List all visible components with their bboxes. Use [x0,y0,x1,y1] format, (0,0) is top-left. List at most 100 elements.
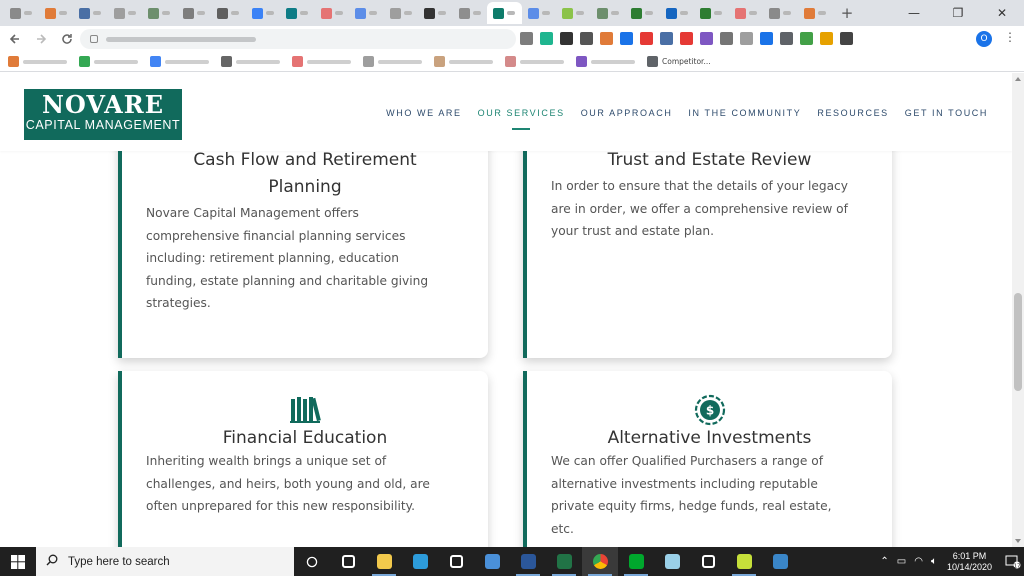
bookmark-item[interactable]: Competitor... [647,56,711,67]
extension-icon[interactable] [640,32,653,45]
task-view-icon[interactable] [330,547,366,576]
bookmark-favicon-icon [576,56,587,67]
extension-icon[interactable] [800,32,813,45]
browser-tab[interactable] [349,2,384,24]
extension-icon[interactable] [720,32,733,45]
chevron-up-icon[interactable]: ⌃ [880,556,888,567]
extension-icon[interactable] [600,32,613,45]
browser-tab[interactable] [418,2,453,24]
settings-icon[interactable] [690,547,726,576]
extension-icon[interactable] [780,32,793,45]
clock[interactable]: 6:01 PM 10/14/2020 [947,551,992,573]
back-icon[interactable] [4,28,26,50]
bookmark-item[interactable] [221,56,280,67]
wifi-icon[interactable]: ◠ [914,556,923,567]
browser-tab[interactable] [246,2,281,24]
browser-tab[interactable] [384,2,419,24]
browser-tab[interactable] [625,2,660,24]
nav-who-we-are[interactable]: WHO WE ARE [386,108,462,118]
minimize-button[interactable]: — [892,0,936,26]
extension-icon[interactable] [560,32,573,45]
service-card-alternative-investments: $ Alternative Investments We can offer Q… [523,371,892,547]
nav-our-approach[interactable]: OUR APPROACH [581,108,673,118]
browser-tab[interactable] [487,2,522,24]
store-icon[interactable] [438,547,474,576]
file-explorer-icon[interactable] [366,547,402,576]
forward-icon[interactable] [30,28,52,50]
maximize-button[interactable]: ❐ [936,0,980,26]
excel-icon[interactable] [546,547,582,576]
edge-icon[interactable] [402,547,438,576]
word-icon[interactable] [510,547,546,576]
novare-logo[interactable]: NOVARE CAPITAL MANAGEMENT [24,89,182,140]
scrollbar-thumb[interactable] [1014,293,1022,391]
browser-tab[interactable] [763,2,798,24]
system-tray: ⌃ ▭ ◠ 🔈︎ 6:01 PM 10/14/2020 17 [880,547,1024,576]
taskbar-search-box[interactable]: Type here to search [36,547,294,576]
tab-title-blurred [127,11,136,15]
battery-icon[interactable]: ▭ [897,556,906,567]
bookmark-label-blurred [591,59,635,64]
browser-tab[interactable] [4,2,39,24]
bookmark-item[interactable] [505,56,564,67]
windows-start-icon[interactable] [0,547,36,576]
card-body: We can offer Qualified Purchasers a rang… [551,450,831,540]
bookmark-item[interactable] [150,56,209,67]
extension-icon[interactable] [580,32,593,45]
browser-tab[interactable] [211,2,246,24]
browser-tab[interactable] [315,2,350,24]
profile-avatar[interactable]: O [976,31,992,47]
extension-icon[interactable] [660,32,673,45]
extension-icon[interactable] [680,32,693,45]
snipping-icon[interactable] [726,547,762,576]
mail-icon[interactable] [474,547,510,576]
extension-icon[interactable] [740,32,753,45]
evernote-icon[interactable] [618,547,654,576]
close-window-button[interactable]: ✕ [980,0,1024,26]
nav-in-the-community[interactable]: IN THE COMMUNITY [688,108,801,118]
reload-icon[interactable] [56,28,78,50]
extension-icon[interactable] [840,32,853,45]
bookmark-item[interactable] [8,56,67,67]
browser-menu-icon[interactable]: ⋮ [1004,30,1016,48]
browser-tab[interactable] [660,2,695,24]
cortana-icon[interactable] [294,547,330,576]
browser-tab[interactable] [729,2,764,24]
browser-tab[interactable] [591,2,626,24]
volume-icon[interactable]: 🔈︎ [931,556,937,567]
extension-icon[interactable] [540,32,553,45]
extension-icon[interactable] [700,32,713,45]
notes-icon[interactable] [654,547,690,576]
browser-tab[interactable] [280,2,315,24]
browser-tab[interactable] [522,2,557,24]
extension-icon[interactable] [520,32,533,45]
browser-tab[interactable] [39,2,74,24]
new-tab-button[interactable]: + [836,4,858,22]
browser-tab[interactable] [142,2,177,24]
nav-our-services[interactable]: OUR SERVICES [478,108,565,118]
extension-icon[interactable] [820,32,833,45]
browser-tab[interactable] [73,2,108,24]
photos-icon[interactable] [762,547,798,576]
nav-resources[interactable]: RESOURCES [817,108,888,118]
browser-tab[interactable] [108,2,143,24]
browser-tab[interactable] [453,2,488,24]
bookmark-item[interactable] [434,56,493,67]
scroll-down-icon[interactable] [1015,539,1021,543]
browser-tab[interactable] [694,2,729,24]
scroll-up-icon[interactable] [1015,77,1021,81]
bookmark-item[interactable] [576,56,635,67]
browser-tab[interactable] [556,2,591,24]
browser-tab[interactable] [177,2,212,24]
address-bar[interactable] [80,29,516,49]
nav-get-in-touch[interactable]: GET IN TOUCH [905,108,988,118]
bookmark-item[interactable] [292,56,351,67]
extension-icon[interactable] [760,32,773,45]
bookmark-item[interactable] [363,56,422,67]
chrome-icon[interactable] [582,547,618,576]
page-scrollbar[interactable] [1012,73,1024,547]
browser-tab[interactable] [798,2,833,24]
extension-icon[interactable] [620,32,633,45]
notification-center-icon[interactable]: 17 [1002,547,1024,576]
bookmark-item[interactable] [79,56,138,67]
